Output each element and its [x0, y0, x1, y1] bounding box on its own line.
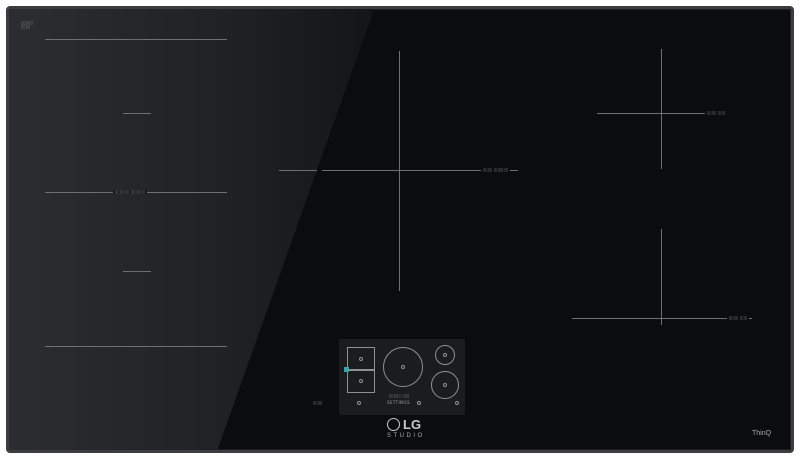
- far-right-control-dot[interactable]: [455, 401, 459, 405]
- left-lower-short-mark: [123, 271, 151, 272]
- center-vertical-divider: [399, 51, 400, 291]
- lg-wordmark: LG: [403, 417, 422, 432]
- right-upper-tag: ▯▯▯▯ ▯▯▯: [705, 110, 728, 115]
- left-flex-zone-bottom-indicator: [359, 379, 363, 383]
- left-flex-zone-top-indicator: [359, 357, 363, 361]
- thinq-badge: ThinQ: [752, 430, 772, 437]
- bridge-link-indicator: [344, 367, 349, 372]
- left-middle-tag: ▯▯▯▯▯▯ ▯▯▯▯▯▯: [113, 189, 148, 194]
- lg-circle-icon: [387, 418, 400, 431]
- right-control-dot[interactable]: [417, 401, 421, 405]
- right-bottom-burner-indicator: [443, 383, 447, 387]
- settings-button-label[interactable]: SETTINGS: [387, 400, 410, 405]
- left-control-dot[interactable]: [357, 401, 361, 405]
- left-control-caption: ▯▯▯▯: [313, 400, 323, 405]
- right-lower-vertical-divider: [661, 229, 662, 325]
- center-line-tag: ▯▯▯▯ ▯▯▯▯▯▯: [481, 167, 511, 172]
- left-bottom-divider: [45, 346, 227, 347]
- cooktop-surface: ▯▯▯▯▯ ▯▯▯▯ ▯▯▯▯▯▯ ▯▯▯▯▯▯ ▯▯▯▯ ▯▯▯▯▯▯ ▯▯▯▯…: [6, 6, 794, 453]
- right-lower-tag: ▯▯▯▯ ▯▯▯: [727, 315, 750, 320]
- left-corner-mark: ▯▯▯▯▯ ▯▯▯▯: [21, 20, 34, 29]
- brand-logo: LG STUDIO: [379, 414, 439, 444]
- studio-wordmark: STUDIO: [387, 433, 425, 439]
- left-top-divider: [45, 39, 227, 40]
- right-upper-vertical-divider: [661, 49, 662, 169]
- right-lower-line: [572, 318, 752, 319]
- right-top-burner-indicator: [443, 353, 447, 357]
- center-short-mark: [279, 170, 317, 171]
- left-upper-short-mark: [123, 113, 151, 114]
- center-burner-caption: ▯▯▯▯▯ ▯▯▯: [389, 393, 410, 398]
- center-burner-indicator: [401, 365, 405, 369]
